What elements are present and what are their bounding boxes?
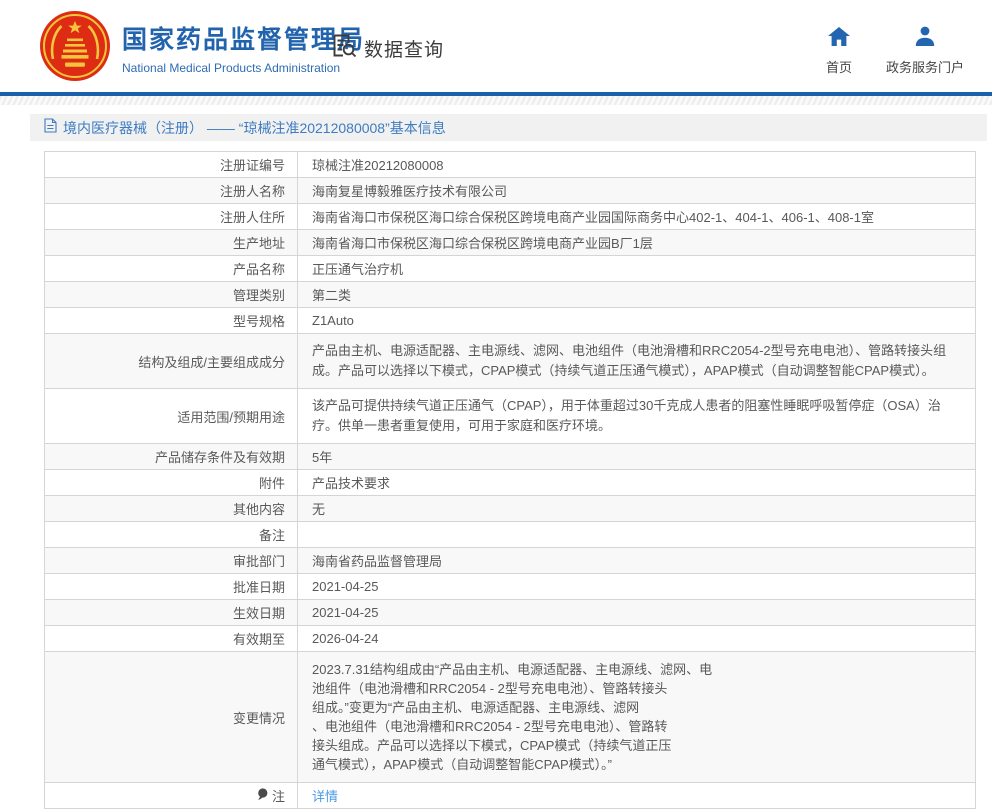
row-label: 注册人住所 — [45, 204, 298, 230]
row-value: 海南复星博毅雅医疗技术有限公司 — [298, 178, 976, 204]
brand-title: 国家药品监督管理局 — [122, 20, 365, 56]
table-row: 管理类别 第二类 — [45, 282, 976, 308]
row-value: 2021-04-25 — [298, 574, 976, 600]
row-value: 2021-04-25 — [298, 600, 976, 626]
site-header: 国家药品监督管理局 National Medical Products Admi… — [0, 0, 992, 92]
user-icon — [913, 26, 937, 52]
table-row: 型号规格 Z1Auto — [45, 308, 976, 334]
table-row: 适用范围/预期用途 该产品可提供持续气道正压通气（CPAP），用于体重超过30千… — [45, 389, 976, 444]
national-emblem-icon — [38, 70, 112, 87]
row-label: 附件 — [45, 470, 298, 496]
nav-data-query[interactable]: 数据查询 — [330, 32, 444, 64]
data-query-label: 数据查询 — [364, 35, 444, 62]
table-row: 有效期至 2026-04-24 — [45, 626, 976, 652]
note-icon — [257, 788, 268, 804]
row-value: 2026-04-24 — [298, 626, 976, 652]
row-label: 批准日期 — [45, 574, 298, 600]
nav-home-label: 首页 — [826, 57, 852, 76]
brand-block: 国家药品监督管理局 National Medical Products Admi… — [122, 20, 365, 75]
row-value: 琼械注准20212080008 — [298, 152, 976, 178]
row-label: 生效日期 — [45, 600, 298, 626]
row-value: 正压通气治疗机 — [298, 256, 976, 282]
row-label: 生产地址 — [45, 230, 298, 256]
table-row: 注 详情 — [45, 783, 976, 809]
table-row: 附件 产品技术要求 — [45, 470, 976, 496]
detail-link[interactable]: 详情 — [312, 789, 338, 804]
row-label: 适用范围/预期用途 — [45, 389, 298, 444]
table-row: 结构及组成/主要组成成分 产品由主机、电源适配器、主电源线、滤网、电池组件（电池… — [45, 334, 976, 389]
row-label: 变更情况 — [45, 652, 298, 783]
brand-subtitle: National Medical Products Administration — [122, 61, 365, 75]
table-row: 注册证编号 琼械注准20212080008 — [45, 152, 976, 178]
header-nav: 首页 政务服务门户 — [826, 26, 964, 76]
national-emblem-logo[interactable] — [38, 9, 112, 83]
nav-portal[interactable]: 政务服务门户 — [886, 26, 964, 76]
row-value: 第二类 — [298, 282, 976, 308]
table-row: 变更情况 2023.7.31结构组成由“产品由主机、电源适配器、主电源线、滤网、… — [45, 652, 976, 783]
row-value: 海南省药品监督管理局 — [298, 548, 976, 574]
table-row: 注册人住所 海南省海口市保税区海口综合保税区跨境电商产业园国际商务中心402-1… — [45, 204, 976, 230]
page-title: 境内医疗器械（注册） —— “琼械注准20212080008”基本信息 — [63, 118, 446, 138]
row-value: 详情 — [298, 783, 976, 809]
row-label: 审批部门 — [45, 548, 298, 574]
row-label: 注册证编号 — [45, 152, 298, 178]
table-row: 批准日期 2021-04-25 — [45, 574, 976, 600]
row-value: 产品技术要求 — [298, 470, 976, 496]
row-value: 产品由主机、电源适配器、主电源线、滤网、电池组件（电池滑槽和RRC2054-2型… — [298, 334, 976, 389]
registration-info-table: 注册证编号 琼械注准20212080008 注册人名称 海南复星博毅雅医疗技术有… — [44, 151, 992, 809]
row-label: 管理类别 — [45, 282, 298, 308]
table-row: 产品名称 正压通气治疗机 — [45, 256, 976, 282]
breadcrumb: 境内医疗器械（注册） —— “琼械注准20212080008”基本信息 — [30, 114, 987, 141]
note-label-text: 注 — [272, 786, 285, 805]
row-label: 结构及组成/主要组成成分 — [45, 334, 298, 389]
table-row: 备注 — [45, 522, 976, 548]
row-value: 海南省海口市保税区海口综合保税区跨境电商产业园国际商务中心402-1、404-1… — [298, 204, 976, 230]
row-label: 备注 — [45, 522, 298, 548]
row-value: 2023.7.31结构组成由“产品由主机、电源适配器、主电源线、滤网、电 池组件… — [298, 652, 976, 783]
data-query-icon — [330, 32, 357, 64]
table-row: 生效日期 2021-04-25 — [45, 600, 976, 626]
table-row: 审批部门 海南省药品监督管理局 — [45, 548, 976, 574]
row-label: 型号规格 — [45, 308, 298, 334]
row-label: 其他内容 — [45, 496, 298, 522]
row-label: 注册人名称 — [45, 178, 298, 204]
row-value: 5年 — [298, 444, 976, 470]
table-row: 生产地址 海南省海口市保税区海口综合保税区跨境电商产业园B厂1层 — [45, 230, 976, 256]
row-value — [298, 522, 976, 548]
row-value: Z1Auto — [298, 308, 976, 334]
row-label: 产品名称 — [45, 256, 298, 282]
row-label: 有效期至 — [45, 626, 298, 652]
row-value: 无 — [298, 496, 976, 522]
document-icon — [44, 118, 57, 138]
row-value: 海南省海口市保税区海口综合保税区跨境电商产业园B厂1层 — [298, 230, 976, 256]
table-row: 产品储存条件及有效期 5年 — [45, 444, 976, 470]
home-icon — [827, 26, 851, 52]
row-value: 该产品可提供持续气道正压通气（CPAP），用于体重超过30千克成人患者的阻塞性睡… — [298, 389, 976, 444]
row-label: 产品储存条件及有效期 — [45, 444, 298, 470]
row-label: 注 — [45, 783, 298, 809]
table-row: 其他内容 无 — [45, 496, 976, 522]
nav-home[interactable]: 首页 — [826, 26, 852, 76]
table-row: 注册人名称 海南复星博毅雅医疗技术有限公司 — [45, 178, 976, 204]
decor-stripe-band — [0, 96, 992, 105]
nav-portal-label: 政务服务门户 — [886, 57, 964, 76]
